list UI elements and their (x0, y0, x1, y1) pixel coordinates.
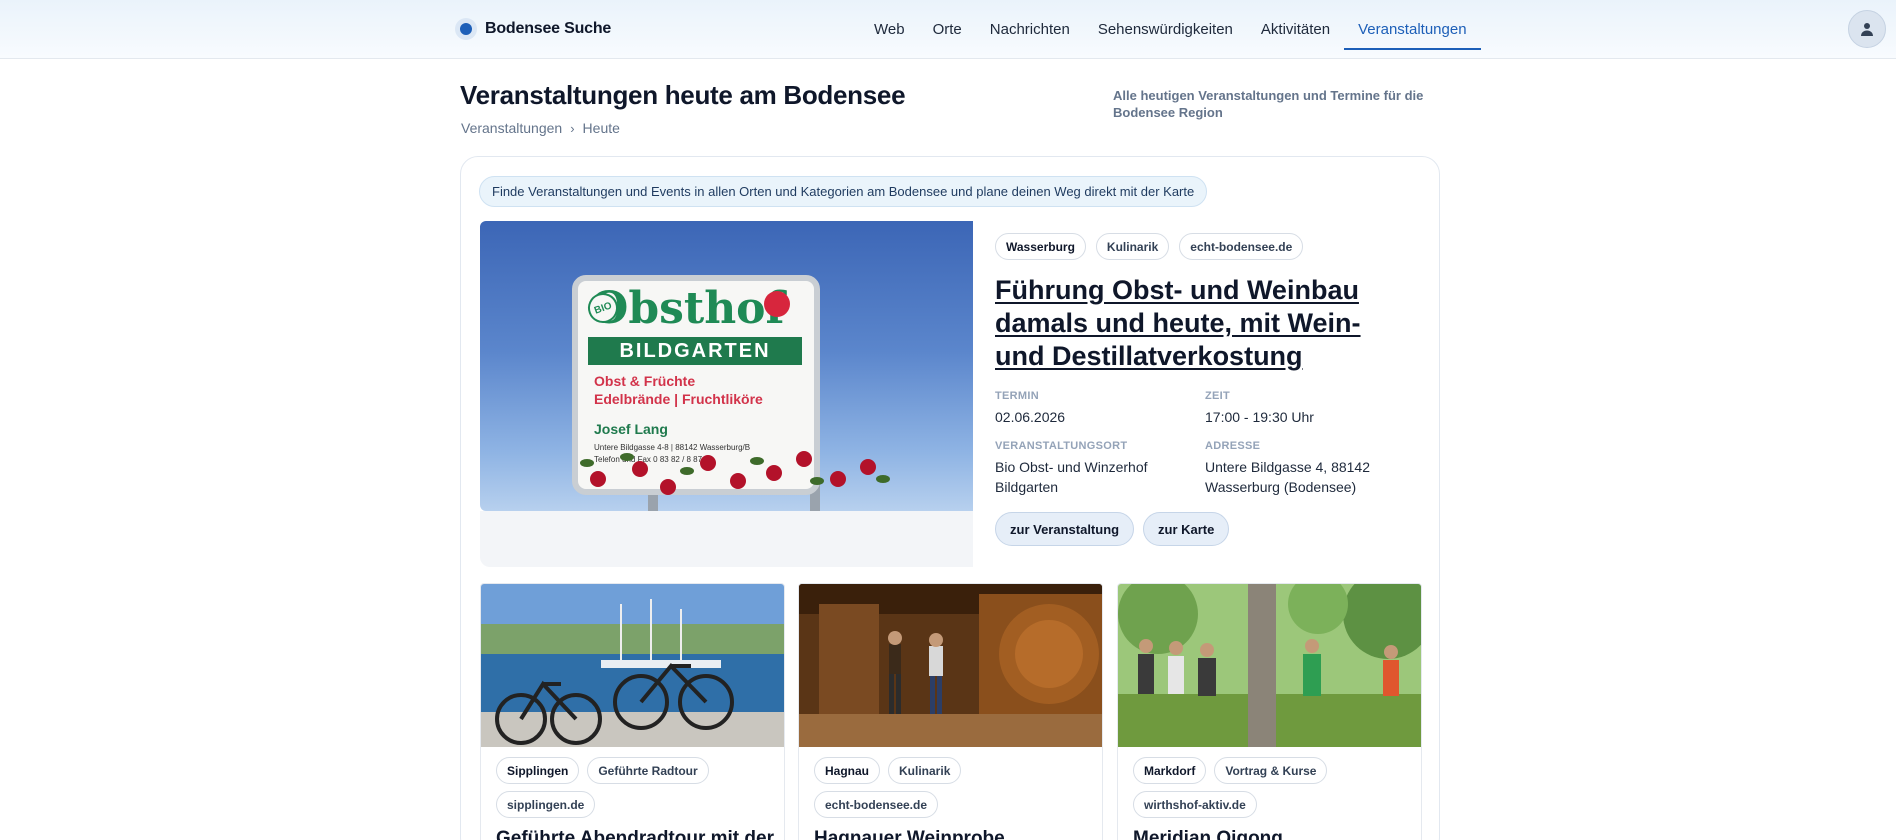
tag-place[interactable]: Wasserburg (995, 233, 1086, 260)
user-icon (1861, 23, 1873, 36)
tag-source[interactable]: echt-bodensee.de (814, 791, 939, 818)
brand-dot-icon (455, 18, 477, 40)
adresse-value: Untere Bildgasse 4, 88142 Wasserburg (Bo… (1205, 459, 1370, 495)
roses-decoration (540, 441, 920, 511)
tag-category[interactable]: Vortrag & Kurse (1214, 757, 1328, 784)
tag-category[interactable]: Geführte Radtour (587, 757, 709, 784)
termin-label: TERMIN (995, 390, 1039, 402)
wine-cellar-illustration (799, 584, 1102, 747)
zeit-value: 17:00 - 19:30 Uhr (1205, 409, 1314, 425)
event-card-title[interactable]: Hagnauer Weinprobe (814, 828, 1005, 840)
nav-item-aktivitaeten[interactable]: Aktivitäten (1247, 0, 1344, 59)
nav-item-orte[interactable]: Orte (919, 0, 976, 59)
sign-line2: Edelbrände | Fruchtliköre (594, 391, 763, 407)
top-navigation-bar: Bodensee Suche Web Orte Nachrichten Sehe… (0, 0, 1896, 59)
info-banner: Finde Veranstaltungen und Events in alle… (479, 176, 1208, 207)
featured-image-footer (480, 511, 973, 567)
event-card[interactable]: Sipplingen Geführte Radtour sipplingen.d… (480, 583, 785, 840)
show-map-button[interactable]: zur Karte (1143, 512, 1230, 546)
sign-owner: Josef Lang (594, 421, 668, 437)
tag-place[interactable]: Sipplingen (496, 757, 580, 784)
adresse-label: ADRESSE (1205, 440, 1261, 452)
tag-category[interactable]: Kulinarik (888, 757, 962, 784)
user-account-button[interactable] (1848, 10, 1886, 48)
tag-source[interactable]: wirthshof-aktiv.de (1133, 791, 1257, 818)
featured-event-title[interactable]: Führung Obst- und Weinbau damals und heu… (995, 274, 1415, 373)
event-card[interactable]: Markdorf Vortrag & Kurse wirthshof-aktiv… (1117, 583, 1422, 840)
qigong-meadow-illustration (1118, 584, 1421, 747)
nav-item-nachrichten[interactable]: Nachrichten (976, 0, 1084, 59)
event-card[interactable]: Hagnau Kulinarik echt-bodensee.de Hagnau… (798, 583, 1103, 840)
nav-item-sehenswuerdigkeiten[interactable]: Sehenswürdigkeiten (1084, 0, 1247, 59)
lake-bikes-illustration (481, 584, 784, 747)
tag-place[interactable]: Hagnau (814, 757, 881, 784)
termin-value: 02.06.2026 (995, 409, 1066, 425)
tag-source[interactable]: sipplingen.de (496, 791, 596, 818)
tag-place[interactable]: Markdorf (1133, 757, 1207, 784)
featured-event-image[interactable]: Obsthof BIO BILDGARTEN Obst & Früchte Ed… (480, 221, 973, 511)
event-card-title[interactable]: Meridian Qigong (1133, 828, 1283, 840)
sign-word: Obsthof (590, 283, 785, 334)
sign-band: BILDGARTEN (588, 337, 802, 365)
zeit-label: ZEIT (1205, 390, 1231, 402)
sign-line1: Obst & Früchte (594, 373, 696, 389)
breadcrumb-item-veranstaltungen[interactable]: Veranstaltungen (461, 120, 562, 136)
main-nav: Web Orte Nachrichten Sehenswürdigkeiten … (860, 0, 1481, 59)
event-card-title[interactable]: Geführte Abendradtour mit der (496, 828, 774, 840)
brand-name: Bodensee Suche (485, 20, 612, 37)
chevron-right-icon: › (570, 120, 575, 136)
tag-source[interactable]: echt-bodensee.de (1179, 233, 1304, 260)
breadcrumb-item-heute: Heute (582, 120, 620, 136)
page-title: Veranstaltungen heute am Bodensee (460, 80, 906, 110)
nav-item-web[interactable]: Web (860, 0, 919, 59)
page-description: Alle heutigen Veranstaltungen und Termin… (1113, 88, 1424, 120)
nav-item-veranstaltungen[interactable]: Veranstaltungen (1344, 0, 1481, 59)
event-card-image (799, 584, 1102, 747)
event-details-button[interactable]: zur Veranstaltung (995, 512, 1135, 546)
ort-label: VERANSTALTUNGSORT (995, 440, 1128, 452)
apple-icon (764, 291, 790, 317)
brand-logo[interactable]: Bodensee Suche (455, 17, 611, 41)
tag-category[interactable]: Kulinarik (1095, 233, 1170, 260)
featured-tags: Wasserburg Kulinarik echt-bodensee.de (995, 233, 1304, 260)
event-card-image (481, 584, 784, 747)
breadcrumb: Veranstaltungen › Heute (461, 120, 620, 136)
ort-value: Bio Obst- und Winzerhof Bildgarten (995, 459, 1148, 495)
event-card-image (1118, 584, 1421, 747)
